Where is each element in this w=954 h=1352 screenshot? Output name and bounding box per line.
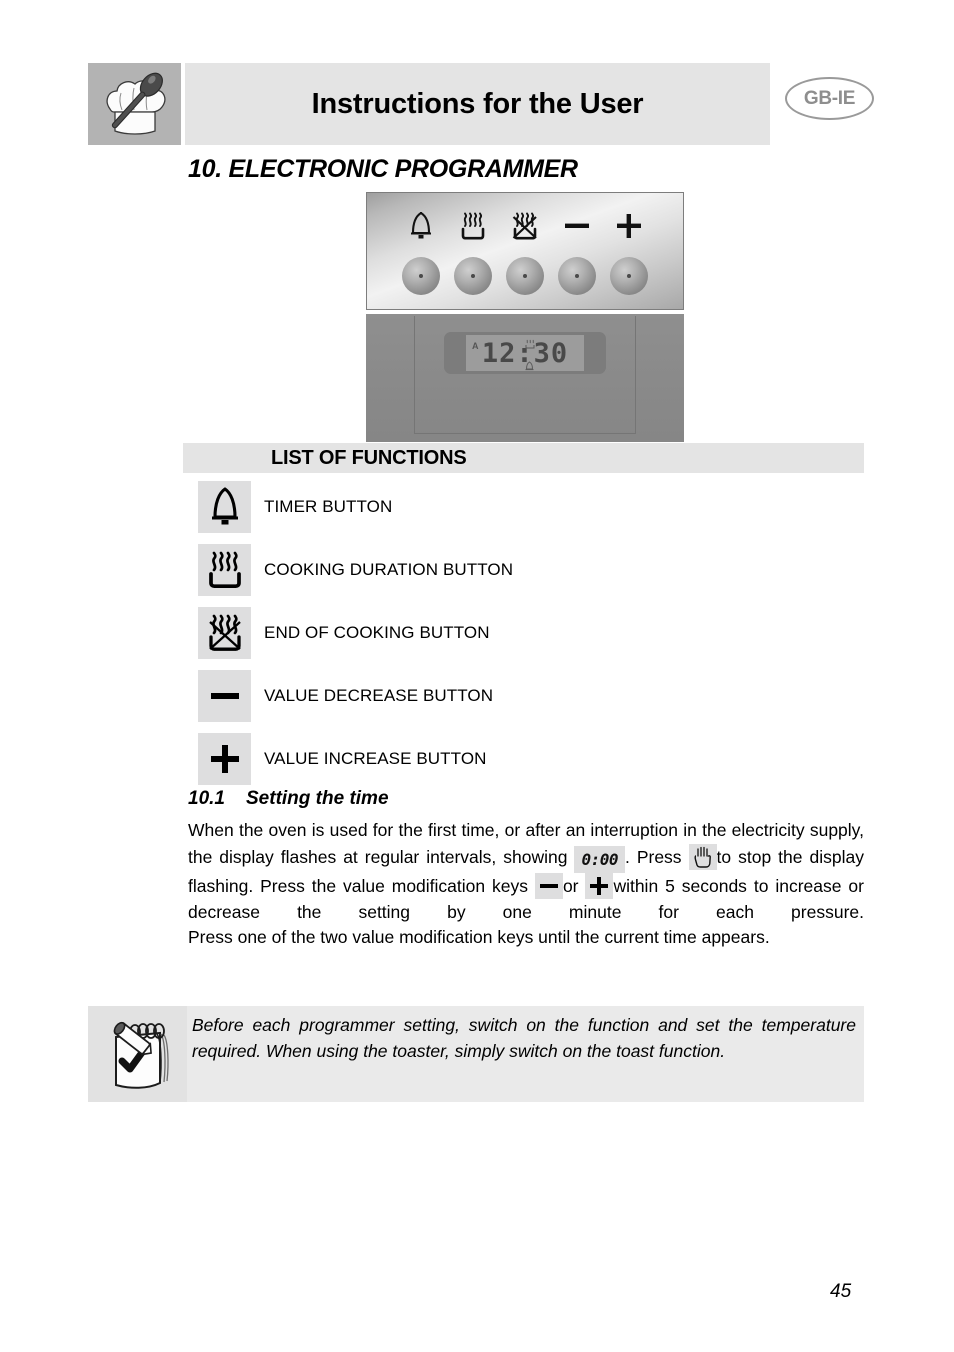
decrease-knob[interactable] [558,257,596,295]
page-header: Instructions for the User GB-IE [88,63,878,145]
function-row-decrease: VALUE DECREASE BUTTON [198,670,858,722]
function-row-increase: VALUE INCREASE BUTTON [198,733,858,785]
section-heading: 10. ELECTRONIC PROGRAMMER [188,155,578,183]
lcd-screen: A 12:30 [466,335,584,371]
function-label: COOKING DURATION BUTTON [264,560,514,579]
minus-icon [198,670,251,722]
page-title: Instructions for the User [311,87,644,120]
electronic-programmer-figure: A 12:30 [366,192,684,442]
minus-symbol [557,208,597,244]
increase-knob[interactable] [610,257,648,295]
pot-icon [524,337,536,349]
list-of-functions-title: LIST OF FUNCTIONS [271,447,467,469]
subsection-title: Setting the time [246,788,389,809]
function-row-cooking-duration: COOKING DURATION BUTTON [198,544,858,596]
function-row-end-of-cooking: END OF COOKING BUTTON [198,607,858,659]
plus-icon [198,733,251,785]
subsection-number: 10.1 [188,788,225,809]
function-label: VALUE DECREASE BUTTON [264,686,494,705]
function-label: TIMER BUTTON [264,497,393,516]
end-of-cooking-symbol [505,208,545,244]
language-badge: GB-IE [785,77,878,124]
functions-list: TIMER BUTTON COOKING DURATION BUTTON END… [198,481,858,796]
cooking-duration-knob[interactable] [454,257,492,295]
inline-lcd-zero-value: 0:00 [574,845,625,873]
note-text-block: Before each programmer setting, switch o… [192,1013,856,1064]
inline-plus-icon [585,873,614,899]
note-text: Before each programmer setting, switch o… [192,1015,856,1061]
chef-hat-spoon-icon [88,63,181,145]
lcd-auto-indicator: A [472,341,479,351]
notepad-check-icon [88,1006,187,1102]
timer-knob[interactable] [402,257,440,295]
plus-symbol [609,208,649,244]
lcd-bezel: A 12:30 [444,332,606,374]
programmer-display-panel: A 12:30 [366,314,684,442]
function-label: END OF COOKING BUTTON [264,623,490,642]
inline-minus-icon [534,873,563,899]
hand-press-icon [688,843,717,870]
cooking-duration-icon [198,544,251,596]
programmer-symbol-row [367,207,683,245]
function-row-timer: TIMER BUTTON [198,481,858,533]
list-of-functions-band: LIST OF FUNCTIONS [183,443,864,473]
bell-icon [524,359,535,371]
end-of-cooking-knob[interactable] [506,257,544,295]
paragraph-text-or: or [562,876,579,896]
programmer-control-panel [366,192,684,310]
bell-timer-symbol [401,208,441,244]
programmer-knob-row [367,251,683,301]
bell-timer-icon [198,481,251,533]
note-box: Before each programmer setting, switch o… [88,1006,864,1102]
language-badge-label: GB-IE [803,87,856,109]
paragraph-2: Press one of the two value modification … [188,927,770,947]
end-of-cooking-icon [198,607,251,659]
setting-the-time-body: When the oven is used for the first time… [188,818,864,951]
subsection-heading: 10.1 Setting the time [188,788,389,810]
header-title-band: Instructions for the User [185,63,770,145]
page-number: 45 [830,1281,852,1302]
cooking-duration-symbol [453,208,493,244]
paragraph-line-group-1: When the oven is used for the first time… [188,818,864,925]
paragraph-text-2: . Press [624,846,682,867]
function-label: VALUE INCREASE BUTTON [264,749,487,768]
